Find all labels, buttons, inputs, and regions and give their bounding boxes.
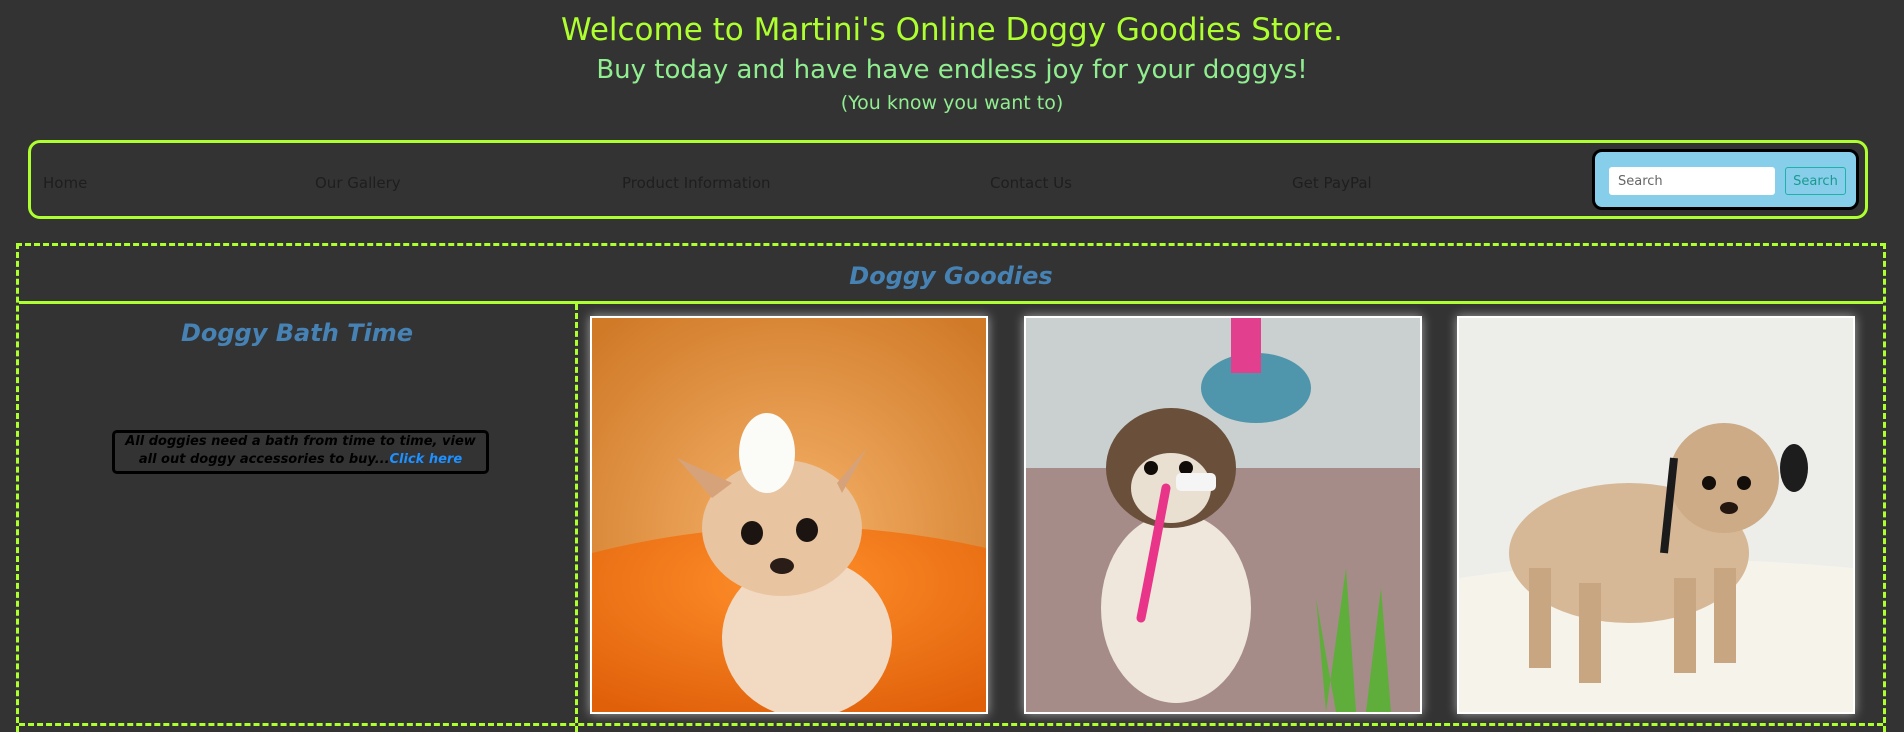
search-input[interactable] bbox=[1609, 167, 1775, 195]
bath-time-title: Doggy Bath Time bbox=[180, 319, 414, 347]
page-subtitle: Buy today and have have endless joy for … bbox=[596, 55, 1308, 85]
search-panel: Search bbox=[1592, 149, 1859, 210]
doggy-goodies-section: Doggy Goodies Doggy Bath Time All doggie… bbox=[16, 243, 1886, 732]
search-button[interactable]: Search bbox=[1785, 167, 1846, 195]
section-bottom-rule bbox=[19, 723, 1883, 726]
nav-item-get-paypal[interactable]: Get PayPal bbox=[1292, 174, 1372, 192]
click-here-link[interactable]: Click here bbox=[390, 452, 463, 467]
photo-shih-tzu bbox=[1024, 316, 1422, 714]
bath-time-note: All doggies need a bath from time to tim… bbox=[112, 430, 489, 474]
nav-item-contact-us[interactable]: Contact Us bbox=[990, 174, 1072, 192]
photo-chihuahua bbox=[590, 316, 988, 714]
nav-item-gallery[interactable]: Our Gallery bbox=[315, 174, 401, 192]
bath-time-column: Doggy Bath Time All doggies need a bath … bbox=[19, 304, 578, 732]
photo-wet-poodle bbox=[1457, 316, 1855, 714]
navbar: Home Our Gallery Product Information Con… bbox=[28, 140, 1868, 219]
nav-item-home[interactable]: Home bbox=[43, 174, 87, 192]
page-tagline: (You know you want to) bbox=[840, 92, 1064, 114]
section-title: Doggy Goodies bbox=[849, 262, 1053, 290]
nav-item-product-information[interactable]: Product Information bbox=[622, 174, 771, 192]
page-title: Welcome to Martini's Online Doggy Goodie… bbox=[560, 12, 1344, 48]
